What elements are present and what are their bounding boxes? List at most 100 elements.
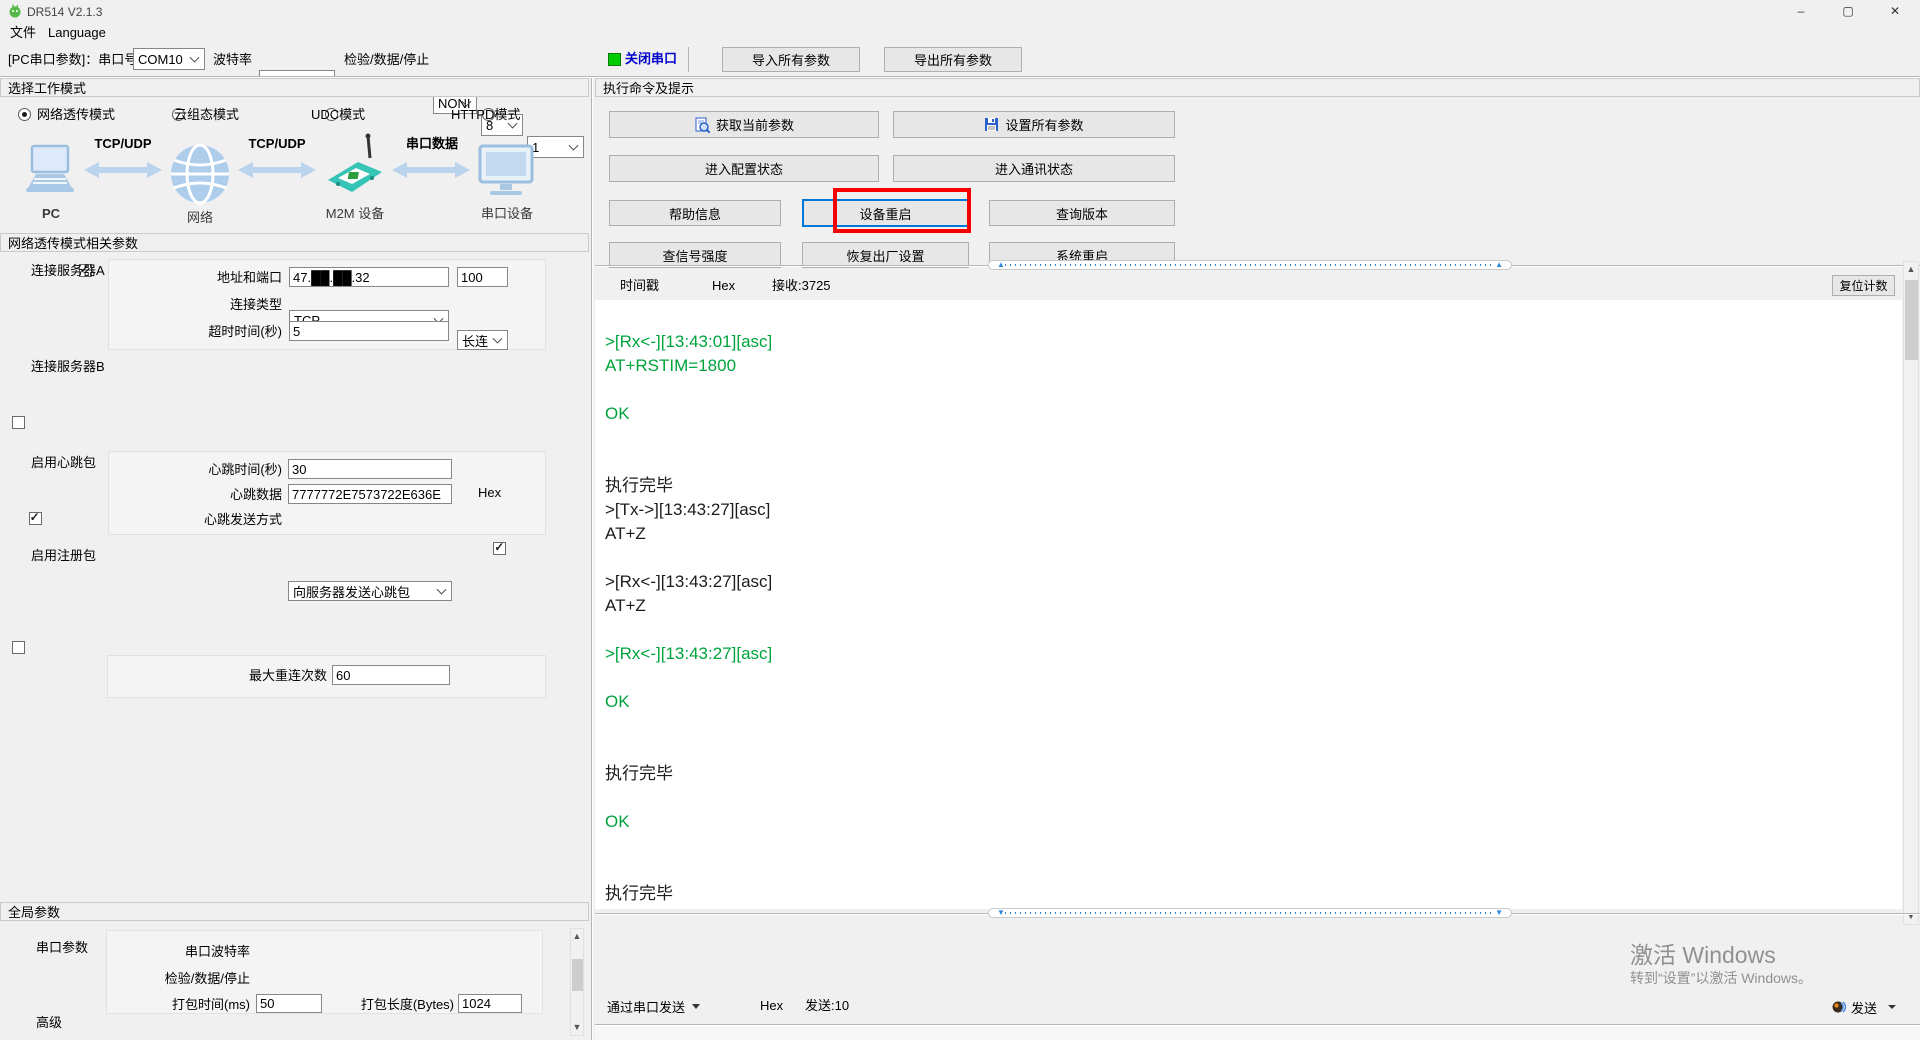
app-window: DR514 V2.1.3 – ▢ ✕ 文件 Language [PC串口参数]：…	[0, 0, 1920, 1040]
radio-mode-transparent[interactable]	[18, 108, 31, 121]
heartbeat-hex-label: Hex	[478, 485, 501, 501]
export-params-button[interactable]: 导出所有参数	[884, 47, 1022, 72]
device-restart-button[interactable]: 设备重启	[802, 199, 969, 227]
radio-mode-transparent-label: 网络透传模式	[37, 107, 115, 123]
server-a-port-input[interactable]: 100	[457, 267, 508, 287]
arrow-icon-2	[238, 161, 316, 182]
heartbeat-hex-checkbox[interactable]	[493, 542, 506, 555]
log-line: >[Rx<-][13:43:01][asc]	[605, 330, 1902, 354]
serial-baud-label: 串口波特率	[130, 944, 250, 960]
link-label-2: TCP/UDP	[238, 136, 316, 152]
send-count: 发送:10	[805, 998, 849, 1014]
log-line: >[Rx<-][13:43:27][asc]	[605, 642, 1902, 666]
heartbeat-time-input[interactable]: 30	[288, 459, 452, 479]
reconnect-label: 最大重连次数	[180, 668, 327, 684]
server-b-checkbox[interactable]	[12, 416, 25, 429]
menu-bar: 文件 Language	[0, 22, 1920, 43]
set-params-button[interactable]: 设置所有参数	[893, 111, 1175, 138]
command-section-header: 执行命令及提示	[595, 78, 1920, 97]
pack-time-input[interactable]: 50	[256, 994, 322, 1013]
keepalive-select[interactable]: 长连	[457, 330, 508, 350]
set-params-label: 设置所有参数	[1005, 115, 1083, 134]
pack-len-label: 打包长度(Bytes)	[340, 997, 454, 1013]
mode-diagram: TCP/UDP TCP/UDP 串口数据 PC 网络 M2M 设备 串口设备	[0, 128, 589, 228]
window-title: DR514 V2.1.3	[27, 4, 102, 20]
close-port-button[interactable]: 关闭串口	[625, 51, 677, 67]
log-line: AT+Z	[605, 594, 1902, 618]
bottom-strip	[595, 1026, 1920, 1040]
send-hex-label: Hex	[760, 998, 783, 1014]
import-params-button[interactable]: 导入所有参数	[722, 47, 860, 72]
log-scroll-down-icon[interactable]: ▼	[1904, 909, 1918, 924]
send-button-label: 发送	[1851, 998, 1877, 1017]
send-dropdown-arrow-icon	[1888, 1005, 1896, 1009]
register-label: 启用注册包	[31, 548, 96, 564]
log-line	[605, 378, 1902, 402]
log-line: AT+Z	[605, 522, 1902, 546]
send-button[interactable]: 发送	[1832, 996, 1896, 1018]
log-line: 执行完毕	[605, 762, 1902, 786]
reset-counter-button[interactable]: 复位计数	[1832, 275, 1895, 296]
log-line	[605, 546, 1902, 570]
log-line: OK	[605, 810, 1902, 834]
heartbeat-checkbox[interactable]	[29, 512, 42, 525]
menu-file[interactable]: 文件	[10, 25, 36, 41]
log-scrollbar[interactable]: ▲ ▼	[1903, 261, 1919, 925]
log-area[interactable]: >[Rx<-][13:43:01][asc]AT+RSTIM=1800 OK 执…	[595, 300, 1902, 909]
heartbeat-label: 启用心跳包	[31, 455, 96, 471]
heartbeat-mode-select[interactable]: 向服务器发送心跳包	[288, 581, 452, 601]
dropdown-arrow-icon	[692, 1004, 700, 1009]
serial-group-label: 串口参数	[36, 940, 88, 956]
close-button[interactable]: ✕	[1872, 0, 1918, 22]
top-splitter-handle[interactable]: ▲ ▲	[988, 260, 1512, 270]
pack-len-input[interactable]: 1024	[458, 994, 522, 1013]
m2m-device-icon	[324, 132, 386, 203]
register-checkbox[interactable]	[12, 641, 25, 654]
title-bar: DR514 V2.1.3 – ▢ ✕	[0, 0, 1920, 22]
reconnect-input[interactable]: 60	[332, 665, 450, 685]
arrow-icon-3	[392, 161, 470, 182]
minimize-button[interactable]: –	[1778, 0, 1824, 22]
scroll-up-icon[interactable]: ▲	[571, 929, 583, 944]
scrollbar-thumb[interactable]	[572, 959, 583, 991]
link-label-3: 串口数据	[392, 136, 472, 152]
bottom-splitter-right-arrow-icon: ▼	[1495, 909, 1503, 917]
log-line	[605, 426, 1902, 450]
get-params-button[interactable]: 获取当前参数	[609, 111, 879, 138]
serial-toolbar: [PC串口参数]：串口号 COM10 波特率 115200 检验/数据/停止 N…	[0, 43, 1920, 76]
log-line: >[Rx<-][13:43:27][asc]	[605, 570, 1902, 594]
log-line: 执行完毕	[605, 474, 1902, 498]
send-via-dropdown[interactable]: 通过串口发送	[607, 995, 700, 1017]
timeout-input[interactable]: 5	[289, 321, 449, 341]
com-port-select[interactable]: COM10	[133, 48, 205, 70]
radio-mode-cloud-label: 云组态模式	[174, 107, 239, 123]
global-section-header: 全局参数	[0, 902, 589, 921]
query-version-button[interactable]: 查询版本	[989, 200, 1175, 226]
windows-activate-watermark: 激活 Windows	[1630, 936, 1776, 970]
log-line	[605, 714, 1902, 738]
timestamp-label: 时间戳	[620, 278, 659, 294]
heartbeat-data-input[interactable]: 7777772E7573722E636E	[288, 484, 452, 504]
help-button[interactable]: 帮助信息	[609, 200, 781, 226]
heartbeat-data-label: 心跳数据	[150, 487, 282, 503]
bottom-splitter-handle[interactable]: ▼ ▼	[988, 908, 1512, 918]
panel-divider	[591, 78, 593, 1040]
maximize-button[interactable]: ▢	[1825, 0, 1871, 22]
log-line	[605, 450, 1902, 474]
recv-hex-label: Hex	[712, 278, 735, 294]
scroll-down-icon[interactable]: ▼	[571, 1020, 583, 1035]
log-line: OK	[605, 690, 1902, 714]
pack-time-label: 打包时间(ms)	[130, 997, 250, 1013]
mode-section-header: 选择工作模式	[0, 78, 589, 97]
left-panel-scrollbar[interactable]: ▲ ▼	[570, 928, 584, 1036]
menu-language[interactable]: Language	[48, 25, 106, 41]
enter-config-button[interactable]: 进入配置状态	[609, 155, 879, 182]
params-section-header: 网络透传模式相关参数	[0, 233, 589, 252]
log-scrollbar-thumb[interactable]	[1905, 280, 1918, 360]
server-a-address-input[interactable]: 47.██.██.32	[289, 267, 449, 287]
send-via-label: 通过串口发送	[607, 997, 685, 1016]
log-scroll-up-icon[interactable]: ▲	[1904, 262, 1918, 277]
port-open-indicator	[608, 53, 621, 66]
enter-comm-button[interactable]: 进入通讯状态	[893, 155, 1175, 182]
serial-parity-label: 检验/数据/停止	[130, 971, 250, 987]
